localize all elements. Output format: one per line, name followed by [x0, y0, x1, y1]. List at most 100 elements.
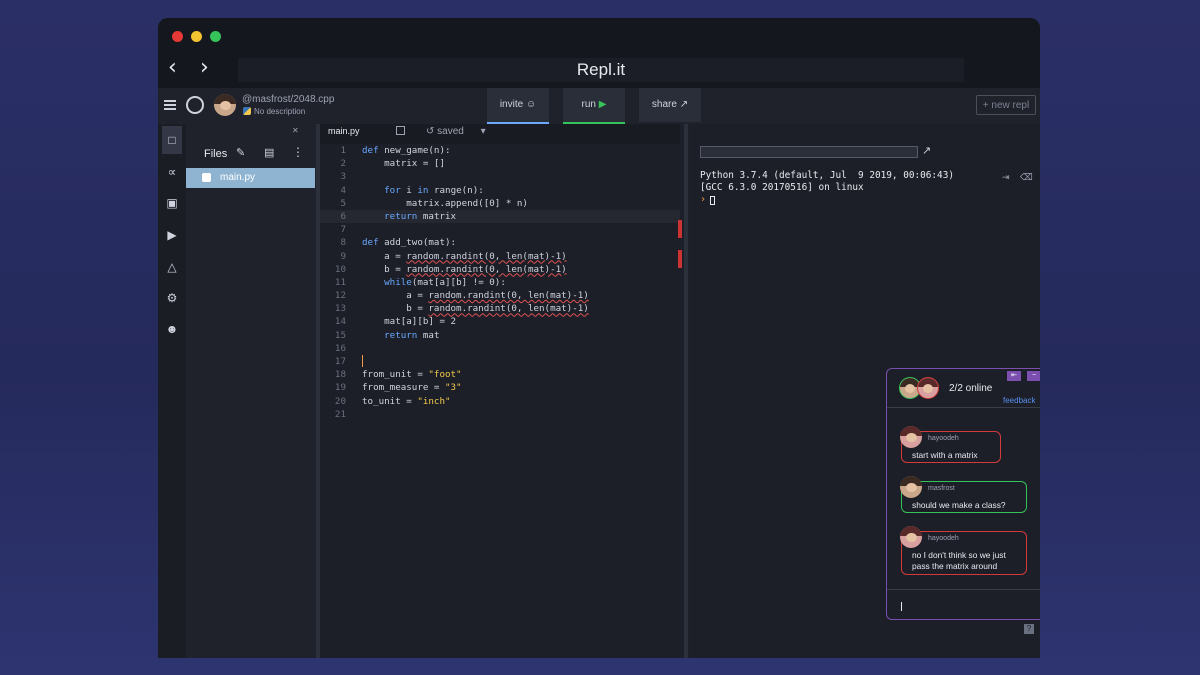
- code-lines[interactable]: 1 def new_game(n): 2 matrix = [] 3 4 for i i…: [320, 144, 680, 421]
- console-cursor[interactable]: [710, 196, 715, 205]
- flask-icon[interactable]: △: [165, 260, 179, 274]
- close-window-button[interactable]: [172, 31, 183, 42]
- share-icon: ↗: [679, 99, 689, 110]
- code-line[interactable]: 1 def new_game(n):: [320, 144, 680, 157]
- run-button[interactable]: run ▶: [563, 88, 625, 124]
- code-line[interactable]: 5 matrix.append([0] * n): [320, 197, 680, 210]
- open-external-icon[interactable]: ↗: [922, 144, 931, 157]
- cube-icon[interactable]: ▣: [165, 196, 179, 210]
- code-line[interactable]: 11 while(mat[a][b] != 0):: [320, 276, 680, 289]
- line-number: 12: [334, 290, 346, 302]
- message-text: start with a matrix: [912, 450, 978, 460]
- code-line[interactable]: 6 return matrix: [320, 209, 680, 224]
- invite-button[interactable]: invite ☺: [487, 88, 549, 124]
- line-number: 13: [334, 303, 346, 315]
- avatar[interactable]: [214, 94, 236, 116]
- code-line[interactable]: 8 def add_two(mat):: [320, 236, 680, 249]
- editor-tabs: [320, 124, 680, 144]
- repl-description[interactable]: No description: [254, 107, 305, 116]
- address-bar[interactable]: Repl.it: [238, 58, 964, 82]
- line-number: 21: [334, 408, 346, 420]
- feedback-link[interactable]: feedback: [1003, 396, 1035, 405]
- share-button[interactable]: share ↗: [639, 88, 701, 122]
- line-content: b = random.randint(0, len(mat)-1): [362, 303, 589, 315]
- close-panel-icon[interactable]: ✕: [292, 126, 299, 135]
- code-line[interactable]: 4 for i in range(n):: [320, 184, 680, 197]
- code-line[interactable]: 20 to_unit = "inch": [320, 395, 680, 408]
- console-output: Python 3.7.4 (default, Jul 9 2019, 00:06…: [700, 170, 954, 193]
- error-marker: [678, 220, 682, 238]
- share-nodes-icon[interactable]: ∝: [165, 165, 179, 179]
- line-number: 19: [334, 382, 346, 394]
- code-line[interactable]: 12 a = random.randint(0, len(mat)-1): [320, 289, 680, 302]
- code-line[interactable]: 17: [320, 355, 680, 368]
- back-button[interactable]: ‹: [168, 56, 177, 80]
- console-prompt: ›: [700, 194, 707, 205]
- code-line[interactable]: 3: [320, 170, 680, 183]
- console-search-input[interactable]: [700, 146, 918, 158]
- message-text: should we make a class?: [912, 500, 1006, 510]
- line-number: 9: [340, 250, 346, 262]
- code-line[interactable]: 9 a = random.randint(0, len(mat)-1): [320, 250, 680, 263]
- gear-icon[interactable]: ⚙: [165, 291, 179, 305]
- file-icon[interactable]: □: [162, 126, 182, 154]
- format-icon[interactable]: [396, 126, 405, 135]
- line-number: 15: [334, 329, 346, 341]
- files-heading: Files: [204, 148, 228, 160]
- share-label: share: [651, 99, 677, 110]
- alien-icon[interactable]: ☻: [165, 322, 179, 336]
- chat-message: hayoodeh start with a matrix: [900, 426, 1001, 463]
- code-line[interactable]: 2 matrix = []: [320, 157, 680, 170]
- help-icon[interactable]: ?: [1024, 624, 1034, 634]
- panel-divider[interactable]: [684, 124, 688, 658]
- chat-header: 2/2 online feedback ⇤ −: [887, 369, 1040, 408]
- code-line[interactable]: 14 mat[a][b] = 2: [320, 315, 680, 328]
- add-file-icon[interactable]: ✎: [236, 146, 245, 159]
- chevron-down-icon[interactable]: ▾: [481, 126, 486, 137]
- forward-button[interactable]: ›: [200, 56, 209, 80]
- line-number: 14: [334, 316, 346, 328]
- line-content: while(mat[a][b] != 0):: [384, 276, 506, 288]
- chat-message: masfrost should we make a class?: [900, 476, 1027, 513]
- message-text: no I don't think so we just pass the mat…: [912, 550, 1006, 571]
- history-icon: ↺: [426, 126, 435, 137]
- avatar: [900, 526, 922, 548]
- code-line[interactable]: 7: [320, 223, 680, 236]
- code-line[interactable]: 21: [320, 408, 680, 421]
- line-number: 1: [340, 145, 346, 156]
- collapse-chat-icon[interactable]: ⇤: [1007, 371, 1021, 381]
- chat-panel: 2/2 online feedback ⇤ − hayoodeh start w…: [886, 368, 1040, 620]
- replit-logo-icon[interactable]: [186, 96, 204, 114]
- code-line[interactable]: 16: [320, 342, 680, 355]
- menu-icon[interactable]: [164, 100, 176, 110]
- line-content: a = random.randint(0, len(mat)-1): [362, 250, 567, 262]
- line-content: for i in range(n):: [384, 184, 484, 196]
- new-repl-button[interactable]: + new repl: [976, 95, 1036, 115]
- debugger-icon[interactable]: ▶: [165, 228, 179, 242]
- clear-console-icon[interactable]: ⇥: [1002, 172, 1010, 183]
- repl-name[interactable]: @masfrost/2048.cpp: [242, 94, 334, 105]
- minimize-window-button[interactable]: [191, 31, 202, 42]
- line-number: 5: [340, 197, 346, 209]
- code-line[interactable]: 13 b = random.randint(0, len(mat)-1): [320, 302, 680, 315]
- file-item-main-py[interactable]: main.py: [186, 168, 315, 188]
- line-number: 20: [334, 395, 346, 407]
- code-line[interactable]: 10 b = random.randint(0, len(mat)-1): [320, 263, 680, 276]
- line-number: 7: [340, 224, 346, 236]
- line-content: from_unit = "foot": [362, 369, 462, 381]
- avatar: [900, 426, 922, 448]
- add-folder-icon[interactable]: ▤: [264, 146, 274, 159]
- more-options-icon[interactable]: ⋮: [292, 145, 304, 159]
- avatar: [900, 476, 922, 498]
- delete-icon[interactable]: ⌫: [1020, 172, 1033, 183]
- line-number: 10: [334, 263, 346, 275]
- chat-input[interactable]: [887, 589, 1040, 619]
- line-number: 4: [340, 184, 346, 196]
- minimize-chat-icon[interactable]: −: [1027, 371, 1040, 381]
- code-line[interactable]: 19 from_measure = "3": [320, 381, 680, 394]
- maximize-window-button[interactable]: [210, 31, 221, 42]
- code-line[interactable]: 15 return mat: [320, 329, 680, 342]
- code-line[interactable]: 18 from_unit = "foot": [320, 368, 680, 381]
- line-content: return matrix: [384, 210, 457, 222]
- tab-main-py[interactable]: main.py: [328, 126, 360, 136]
